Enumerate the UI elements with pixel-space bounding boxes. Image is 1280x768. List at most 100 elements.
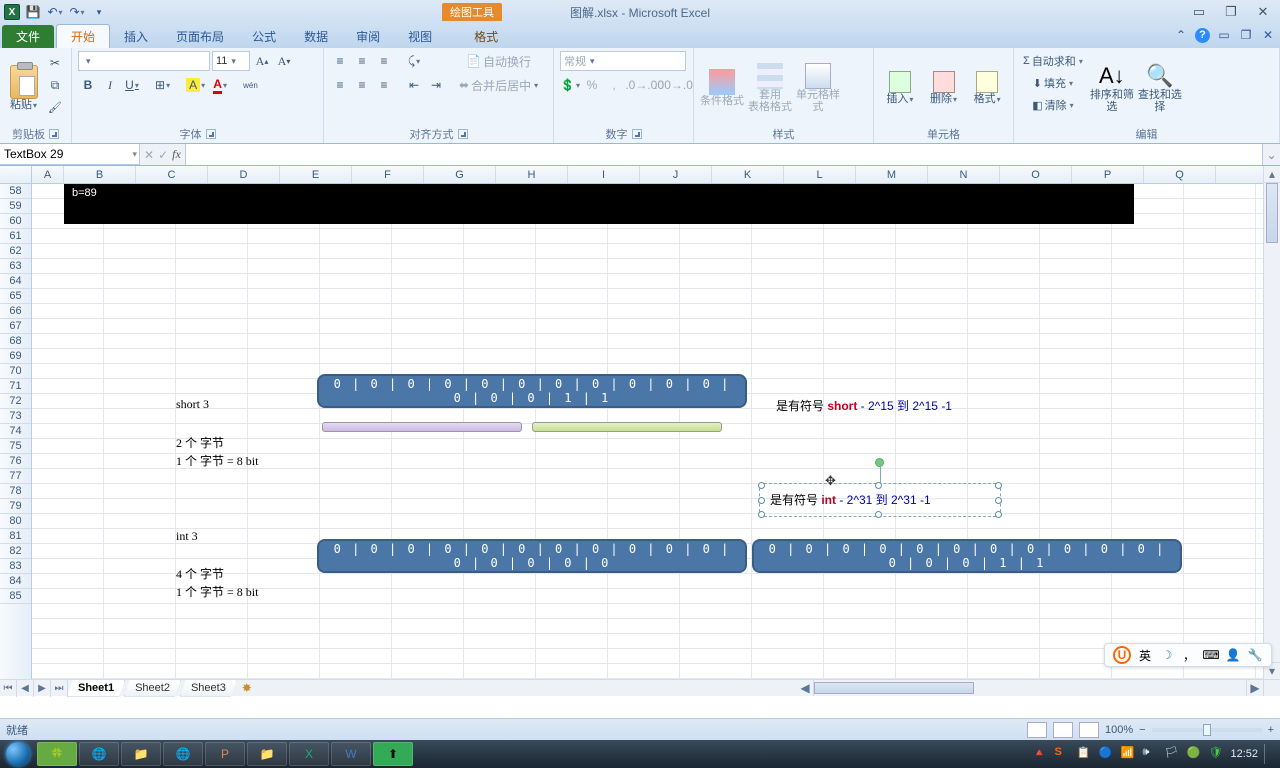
taskbar-app[interactable]: W: [331, 742, 371, 766]
ime-user-icon[interactable]: 👤: [1225, 647, 1241, 663]
new-sheet-icon[interactable]: ✸: [237, 680, 257, 697]
scroll-right-icon[interactable]: ▶: [1246, 680, 1263, 696]
resize-handle[interactable]: [875, 511, 882, 518]
col-header[interactable]: J: [640, 166, 712, 183]
row-header[interactable]: 61: [0, 229, 31, 244]
tray-icon[interactable]: 📶: [1120, 746, 1136, 762]
format-cells-button[interactable]: 格式▾: [967, 51, 1007, 125]
row-header[interactable]: 72: [0, 394, 31, 409]
insert-cells-button[interactable]: 插入▾: [880, 51, 920, 125]
increase-indent-icon[interactable]: ⇥: [426, 75, 446, 95]
fx-icon[interactable]: fx: [172, 147, 181, 162]
bold-button[interactable]: B: [78, 75, 98, 95]
scroll-left-icon[interactable]: ◀: [797, 680, 814, 696]
show-desktop-button[interactable]: [1264, 744, 1272, 764]
row-header[interactable]: 65: [0, 289, 31, 304]
start-button[interactable]: [0, 740, 36, 768]
col-header[interactable]: P: [1072, 166, 1144, 183]
row-header[interactable]: 84: [0, 574, 31, 589]
resize-handle[interactable]: [758, 497, 765, 504]
delete-cells-button[interactable]: 删除▾: [924, 51, 964, 125]
resize-handle[interactable]: [995, 482, 1002, 489]
font-size-combo[interactable]: 11▾: [212, 51, 250, 71]
format-painter-icon[interactable]: [45, 97, 65, 117]
window-close-icon[interactable]: ✕: [1252, 4, 1274, 20]
row-header[interactable]: 76: [0, 454, 31, 469]
name-box[interactable]: TextBox 29▾: [0, 144, 140, 165]
int-bits-box-1[interactable]: 0 | 0 | 0 | 0 | 0 | 0 | 0 | 0 | 0 | 0 | …: [317, 539, 747, 573]
ribbon-minimize-icon[interactable]: ⌃: [1173, 27, 1189, 43]
font-dialog-launcher[interactable]: [206, 129, 216, 139]
row-header[interactable]: 82: [0, 544, 31, 559]
row-header[interactable]: 81: [0, 529, 31, 544]
col-header[interactable]: Q: [1144, 166, 1216, 183]
font-name-combo[interactable]: ▾: [78, 51, 210, 71]
row-header[interactable]: 58: [0, 184, 31, 199]
row-header[interactable]: 85: [0, 589, 31, 604]
ime-toolbar[interactable]: U 英 ☽ ， ⌨ 👤 🔧: [1104, 643, 1272, 667]
hscroll-thumb[interactable]: [814, 682, 974, 694]
sheet-tab-1[interactable]: Sheet1: [67, 680, 125, 697]
row-header[interactable]: 77: [0, 469, 31, 484]
scroll-up-icon[interactable]: ▴: [1264, 166, 1280, 183]
qat-customize-icon[interactable]: ▾: [90, 3, 108, 21]
tab-insert[interactable]: 插入: [110, 25, 162, 48]
ime-comma-icon[interactable]: ，: [1181, 647, 1197, 663]
page-layout-view-icon[interactable]: [1053, 722, 1073, 738]
selected-textbox[interactable]: 是有符号 int - 2^31 到 2^31 -1: [762, 486, 998, 514]
cell-grid[interactable]: b=89 short 3 2 个 字节 1 个 字节 = 8 bit 0 | 0…: [32, 184, 1263, 679]
row-header[interactable]: 68: [0, 334, 31, 349]
zoom-thumb[interactable]: [1203, 724, 1211, 736]
col-header[interactable]: F: [352, 166, 424, 183]
decrease-indent-icon[interactable]: ⇤: [404, 75, 424, 95]
tray-shield-icon[interactable]: 🛡: [1208, 746, 1224, 762]
resize-handle[interactable]: [758, 482, 765, 489]
taskbar-app[interactable]: P: [205, 742, 245, 766]
workbook-minimize-icon[interactable]: ▭: [1216, 27, 1232, 43]
row-header[interactable]: 78: [0, 484, 31, 499]
tab-home[interactable]: 开始: [56, 24, 110, 48]
taskbar-app[interactable]: 🍀: [37, 742, 77, 766]
number-dialog-launcher[interactable]: [632, 129, 642, 139]
vertical-scrollbar[interactable]: ▴ ▾: [1263, 166, 1280, 679]
ime-moon-icon[interactable]: ☽: [1159, 647, 1175, 663]
page-break-view-icon[interactable]: [1079, 722, 1099, 738]
next-sheet-icon[interactable]: ▶: [34, 680, 51, 697]
taskbar-app[interactable]: 📁: [121, 742, 161, 766]
sort-filter-button[interactable]: A↓排序和筛选: [1090, 51, 1134, 125]
phonetic-button[interactable]: wén: [240, 75, 261, 95]
code-textbox[interactable]: b=89: [64, 184, 1134, 224]
select-all-corner[interactable]: [0, 166, 32, 183]
row-header[interactable]: 73: [0, 409, 31, 424]
orientation-icon[interactable]: ⤹▾: [404, 51, 424, 71]
row-header[interactable]: 63: [0, 259, 31, 274]
help-icon[interactable]: ?: [1195, 28, 1210, 43]
sheet-tab-3[interactable]: Sheet3: [180, 680, 237, 697]
row-header[interactable]: 59: [0, 199, 31, 214]
row-header[interactable]: 74: [0, 424, 31, 439]
tab-review[interactable]: 审阅: [342, 25, 394, 48]
resize-handle[interactable]: [995, 511, 1002, 518]
tab-view[interactable]: 视图: [394, 25, 446, 48]
align-center-icon[interactable]: ≡: [352, 75, 372, 95]
tab-file[interactable]: 文件: [2, 25, 54, 48]
tray-icon[interactable]: 🔺: [1032, 746, 1048, 762]
tray-sogou-icon[interactable]: S: [1054, 746, 1070, 762]
normal-view-icon[interactable]: [1027, 722, 1047, 738]
row-header[interactable]: 62: [0, 244, 31, 259]
align-right-icon[interactable]: ≡: [374, 75, 394, 95]
fill-color-button[interactable]: A▾: [183, 75, 208, 95]
clear-button[interactable]: ◧ 清除▾: [1020, 95, 1086, 115]
workbook-restore-icon[interactable]: ❐: [1238, 27, 1254, 43]
paste-button[interactable]: 粘贴▾: [6, 51, 41, 125]
decrease-font-icon[interactable]: A▾: [274, 51, 294, 71]
col-header[interactable]: N: [928, 166, 1000, 183]
qat-save-icon[interactable]: 💾: [24, 3, 42, 21]
tray-icon[interactable]: 📋: [1076, 746, 1092, 762]
row-header[interactable]: 79: [0, 499, 31, 514]
font-color-button[interactable]: A▾: [210, 75, 230, 95]
ime-keyboard-icon[interactable]: ⌨: [1203, 647, 1219, 663]
row-header[interactable]: 70: [0, 364, 31, 379]
ime-lang-button[interactable]: 英: [1137, 647, 1153, 663]
row-header[interactable]: 64: [0, 274, 31, 289]
